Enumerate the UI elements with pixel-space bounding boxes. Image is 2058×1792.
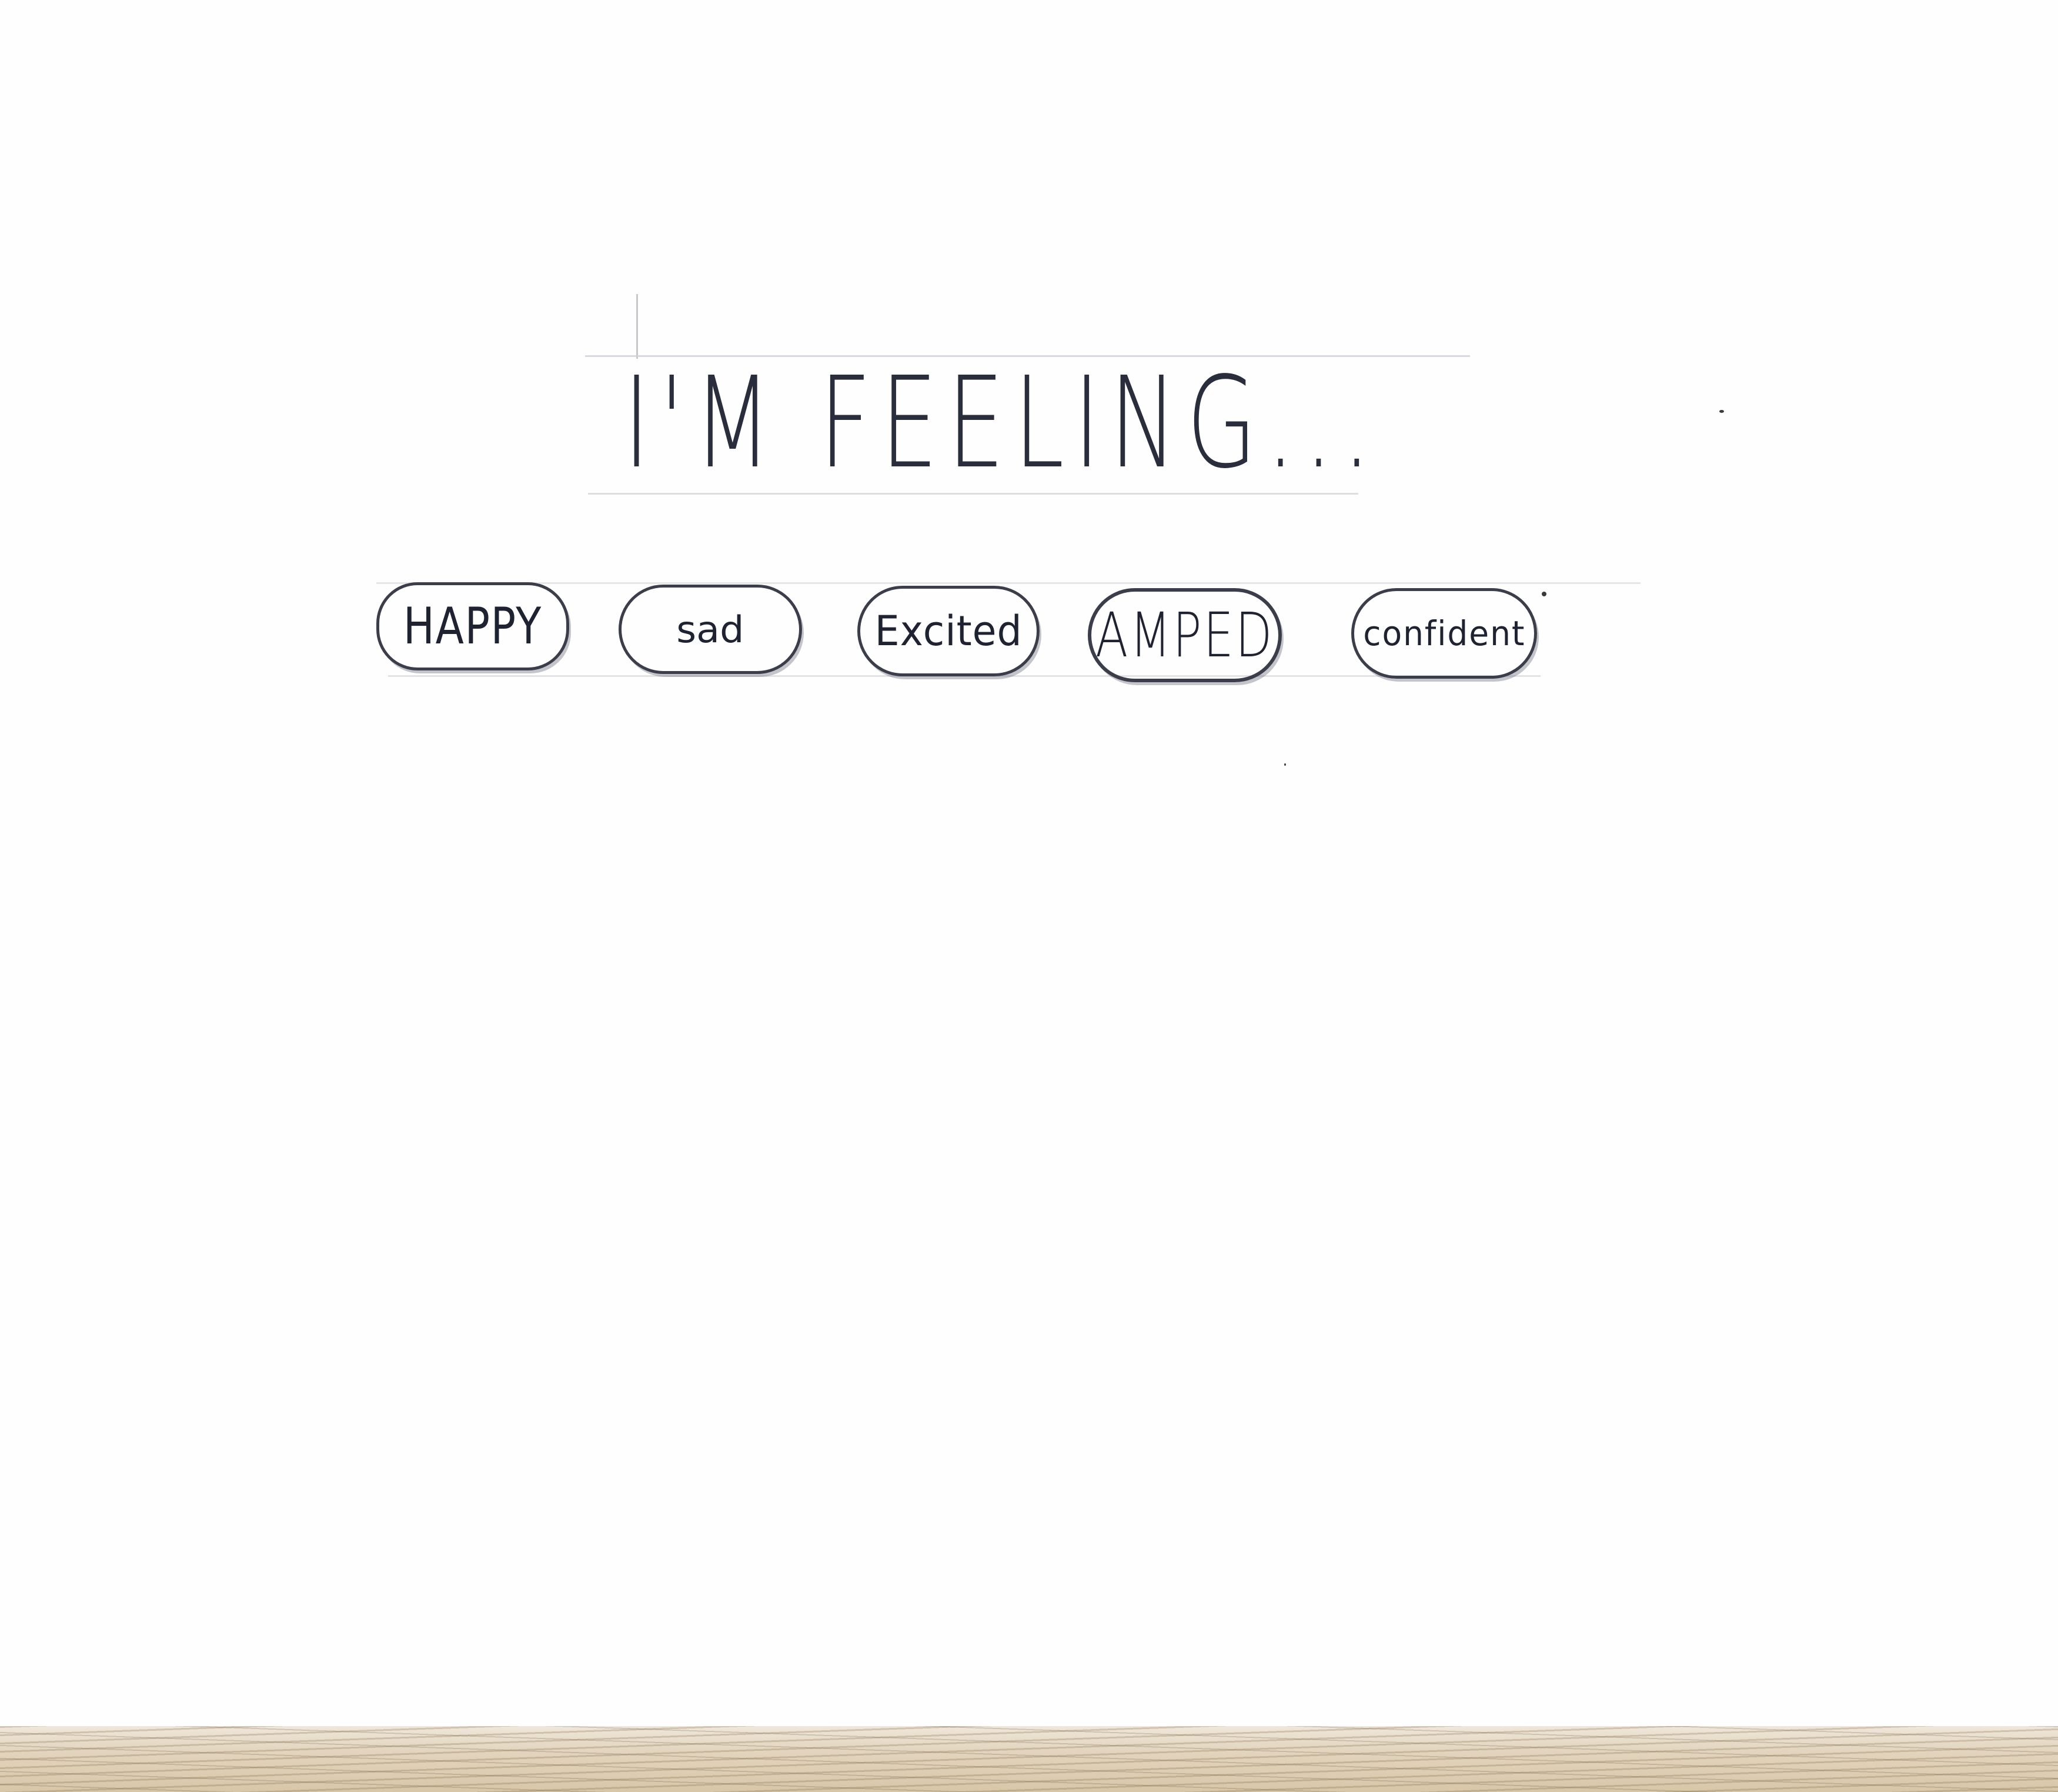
mood-sad-button[interactable]: sad: [619, 585, 802, 674]
mood-excited-button[interactable]: Excited: [857, 586, 1040, 676]
mood-amped-label: AMPED: [1095, 599, 1274, 671]
mood-happy-label: HAPPY: [403, 597, 543, 656]
mood-excited-label: Excited: [874, 607, 1023, 655]
sketch-canvas: I'M FEELING... HAPPY sad Excited AMPED c…: [0, 0, 2058, 1792]
ink-speck: [1284, 763, 1286, 766]
mood-amped-button[interactable]: AMPED: [1088, 588, 1282, 682]
pencil-tick-mark: [636, 294, 638, 359]
buttons-top-guide-line: [376, 582, 1641, 584]
ink-speck: [1719, 410, 1724, 413]
page-title: I'M FEELING...: [623, 350, 1381, 496]
mood-confident-button[interactable]: confident: [1351, 588, 1537, 679]
title-bottom-guide-line: [588, 493, 1358, 495]
mood-sad-label: sad: [676, 608, 744, 651]
mood-confident-label: confident: [1362, 613, 1526, 653]
wooden-desk-edge: [0, 1726, 2058, 1792]
ink-speck: [1542, 592, 1546, 596]
mood-button-row: HAPPY sad Excited AMPED confident: [0, 0, 2058, 1792]
mood-happy-button[interactable]: HAPPY: [376, 582, 569, 670]
